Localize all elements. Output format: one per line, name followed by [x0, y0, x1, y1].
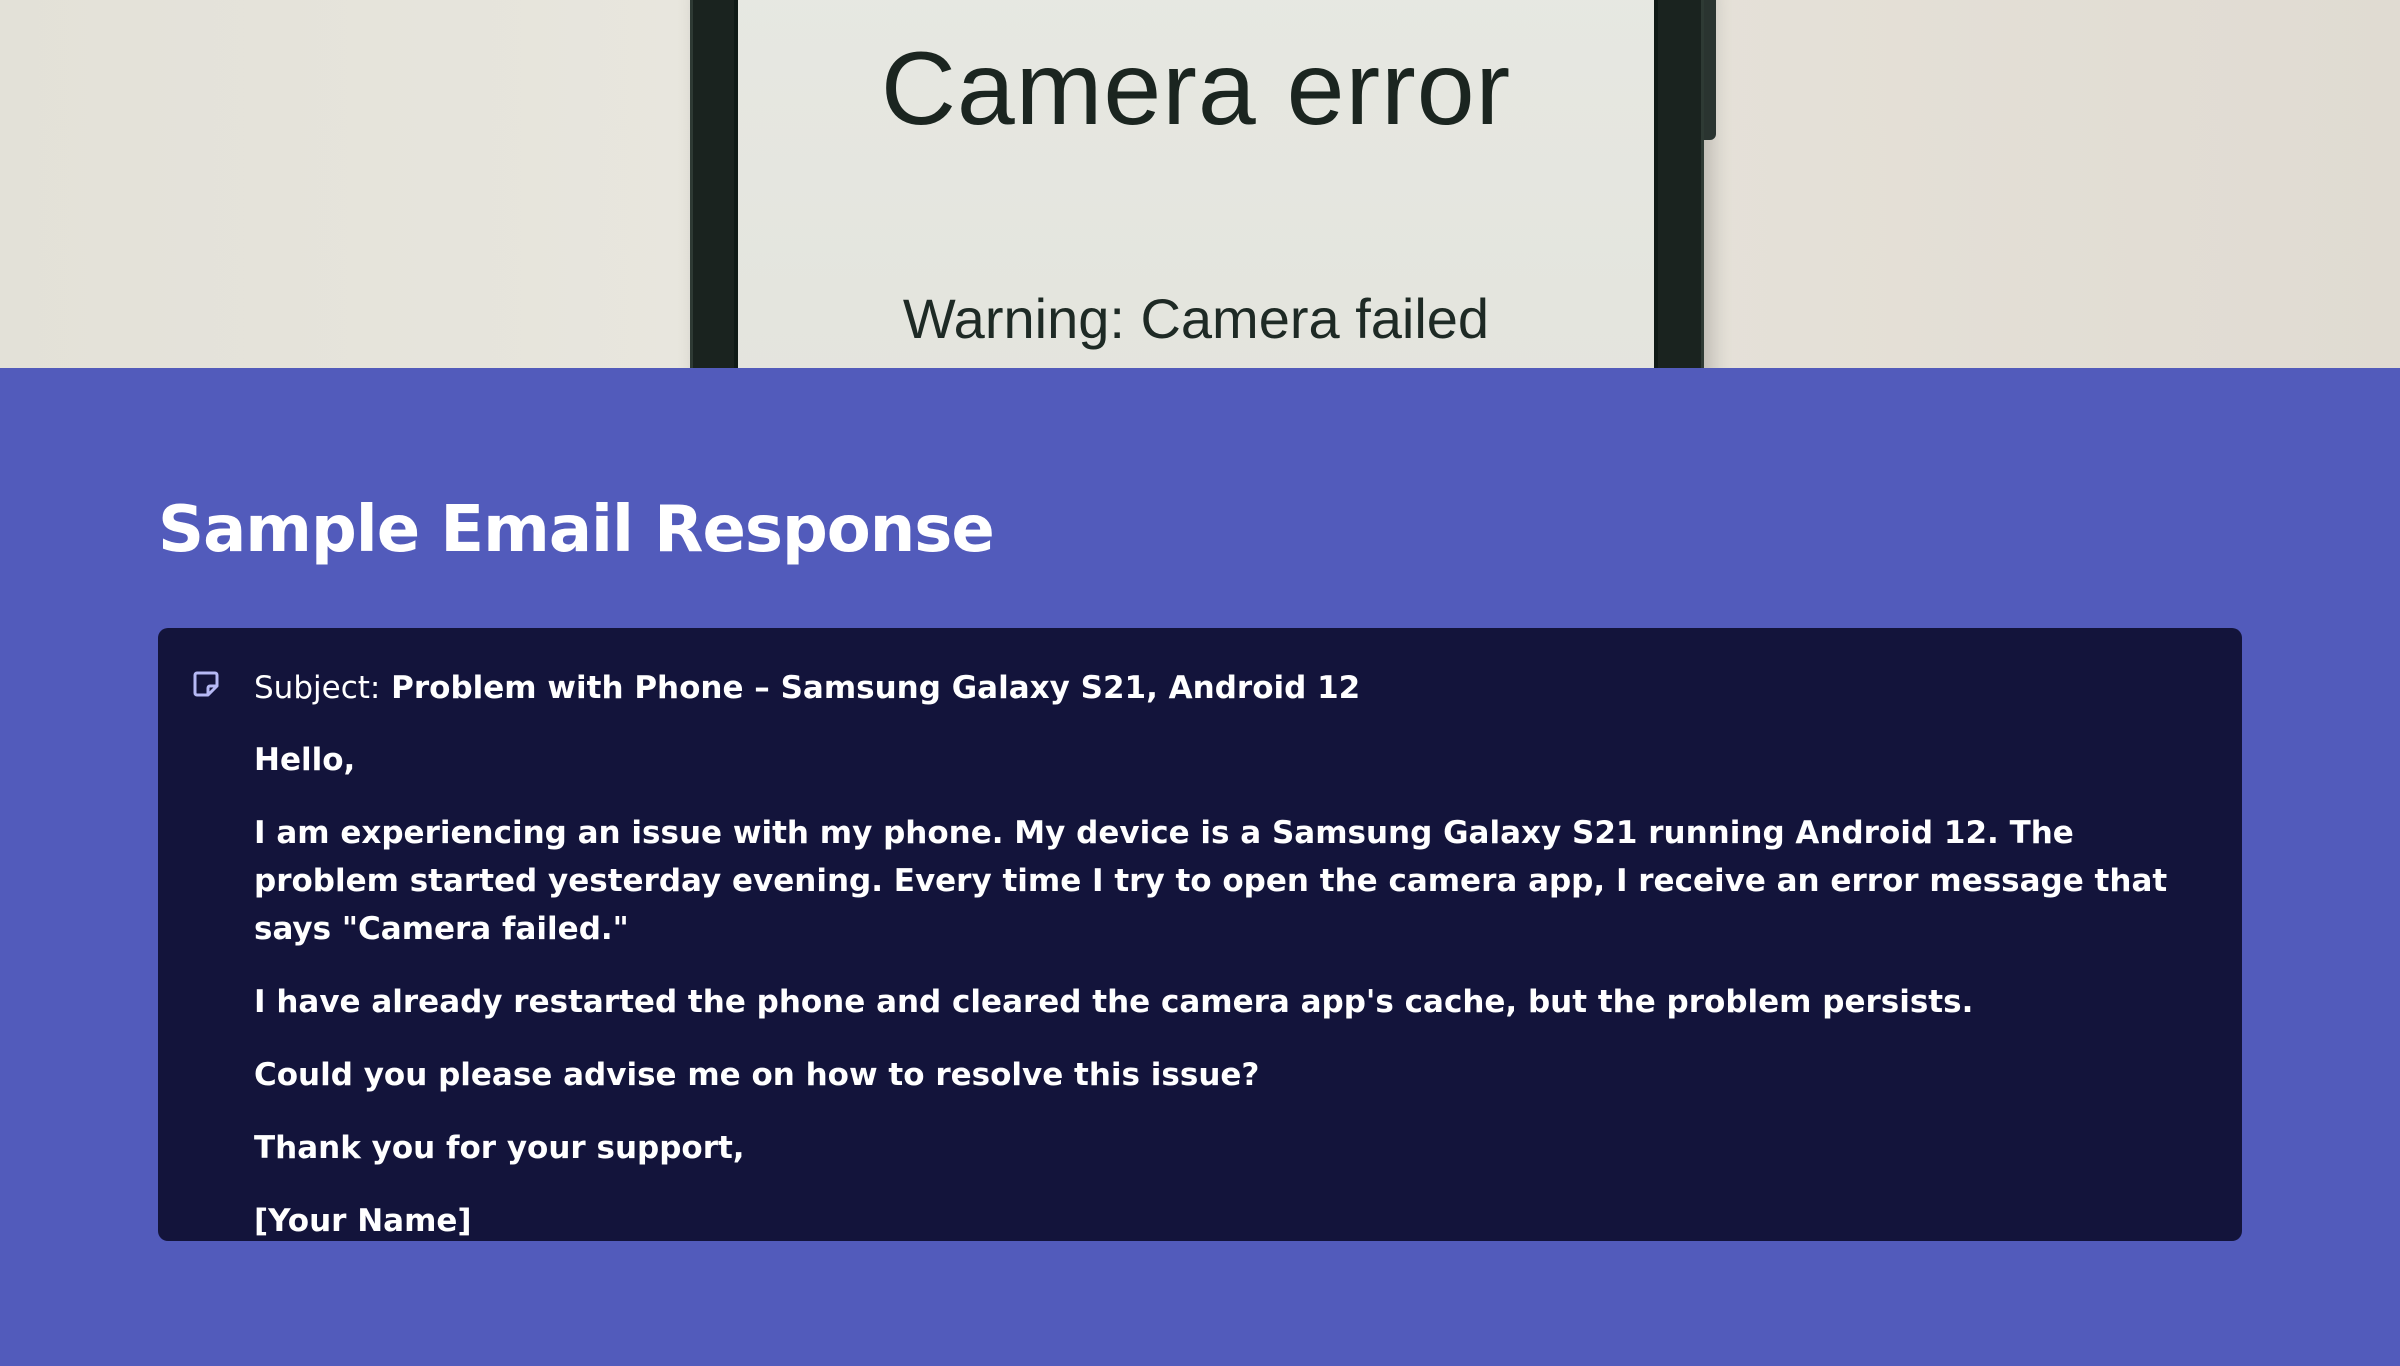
email-body: Subject: Problem with Phone – Samsung Ga… — [254, 664, 2182, 1270]
email-subject: Subject: Problem with Phone – Samsung Ga… — [254, 664, 2182, 712]
email-paragraph-2: I have already restarted the phone and c… — [254, 984, 1974, 1020]
screen-error-title: Camera error — [880, 31, 1512, 147]
screen-warning-text: Warning: Camera failed — [902, 287, 1490, 350]
email-closing: Thank you for your support, — [254, 1130, 745, 1166]
phone-screen: Camera error Warning: Camera failed — [734, 0, 1658, 368]
email-greeting: Hello, — [254, 742, 356, 778]
note-icon — [192, 670, 220, 698]
phone-side-button — [1704, 0, 1716, 140]
subject-prefix: Subject: — [254, 670, 381, 706]
section-title: Sample Email Response — [158, 493, 995, 567]
email-paragraph-1: I am experiencing an issue with my phone… — [254, 815, 2168, 947]
email-signature: [Your Name] — [254, 1203, 472, 1239]
email-card: Subject: Problem with Phone – Samsung Ga… — [158, 628, 2242, 1241]
email-paragraph-3: Could you please advise me on how to res… — [254, 1057, 1260, 1093]
phone-illustration: Camera error Warning: Camera failed — [690, 0, 1716, 368]
hero-image: Camera error Warning: Camera failed — [0, 0, 2400, 368]
subject-value: Problem with Phone – Samsung Galaxy S21,… — [391, 670, 1361, 706]
